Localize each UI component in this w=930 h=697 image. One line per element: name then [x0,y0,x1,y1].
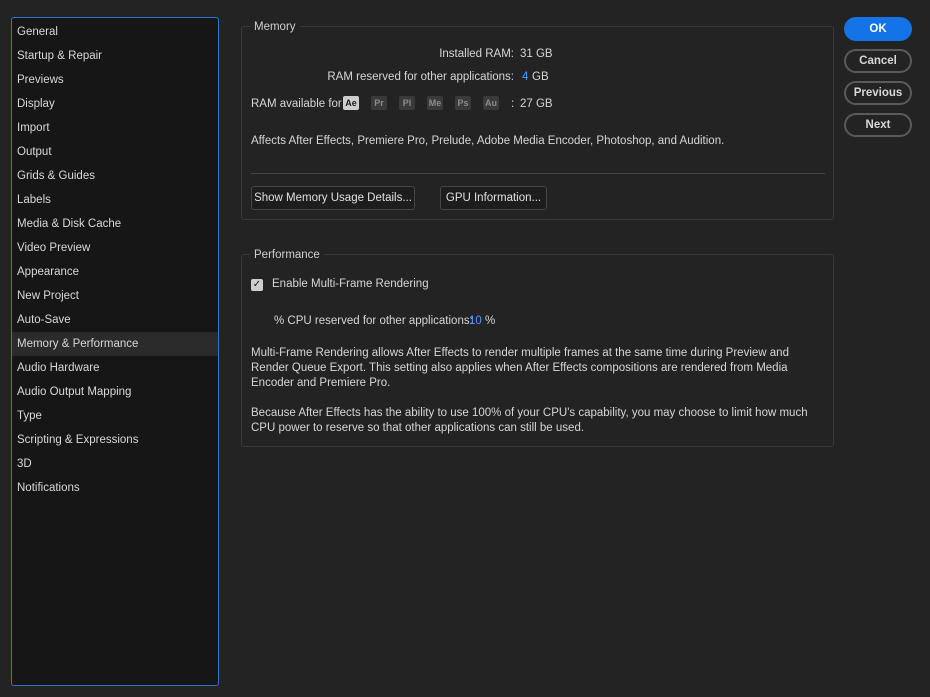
memory-group-title: Memory [250,19,300,35]
gpu-information-button[interactable]: GPU Information... [440,186,547,210]
installed-ram-value: 31 GB [520,48,553,60]
sidebar-item-new-project[interactable]: New Project [12,284,218,308]
sidebar-item-scripting-expressions[interactable]: Scripting & Expressions [12,428,218,452]
sidebar-item-startup-repair[interactable]: Startup & Repair [12,44,218,68]
sidebar-item-video-preview[interactable]: Video Preview [12,236,218,260]
ram-available-label: RAM available for [251,98,342,110]
media-encoder-icon: Me [427,96,443,110]
cancel-button[interactable]: Cancel [844,49,912,73]
preferences-category-list[interactable]: General Startup & Repair Previews Displa… [11,17,219,686]
sidebar-item-type[interactable]: Type [12,404,218,428]
multi-frame-rendering-label: Enable Multi-Frame Rendering [272,278,429,290]
sidebar-item-audio-output-mapping[interactable]: Audio Output Mapping [12,380,218,404]
cpu-reserved-unit: % [485,315,496,327]
sidebar-item-media-disk-cache[interactable]: Media & Disk Cache [12,212,218,236]
sidebar-item-memory-performance[interactable]: Memory & Performance [12,332,218,356]
prelude-icon: Pl [399,96,415,110]
cpu-reserved-label: % CPU reserved for other applications: [274,315,473,327]
sidebar-item-grids-guides[interactable]: Grids & Guides [12,164,218,188]
sidebar-item-labels[interactable]: Labels [12,188,218,212]
ok-button[interactable]: OK [844,17,912,41]
memory-group: Memory Installed RAM: 31 GB RAM reserved… [241,19,834,220]
ram-available-separator: : [511,98,515,110]
memory-affects-text: Affects After Effects, Premiere Pro, Pre… [251,135,725,147]
sidebar-item-audio-hardware[interactable]: Audio Hardware [12,356,218,380]
audition-icon: Au [483,96,499,110]
mfr-description: Multi-Frame Rendering allows After Effec… [251,347,789,389]
ram-available-value: 27 GB [520,98,553,110]
cpu-reserved-value[interactable]: 10 [469,315,482,327]
sidebar-item-appearance[interactable]: Appearance [12,260,218,284]
sidebar-item-3d[interactable]: 3D [12,452,218,476]
sidebar-item-notifications[interactable]: Notifications [12,476,218,500]
sidebar-item-previews[interactable]: Previews [12,68,218,92]
multi-frame-rendering-checkbox[interactable]: ✓ [251,279,263,291]
memory-divider [251,173,825,174]
sidebar-item-general[interactable]: General [12,20,218,44]
sidebar-item-output[interactable]: Output [12,140,218,164]
after-effects-icon: Ae [343,96,359,110]
ram-reserved-label: RAM reserved for other applications: [327,71,514,83]
next-button[interactable]: Next [844,113,912,137]
installed-ram-label: Installed RAM: [439,48,514,60]
performance-group: Performance ✓ Enable Multi-Frame Renderi… [241,247,834,447]
previous-button[interactable]: Previous [844,81,912,105]
premiere-pro-icon: Pr [371,96,387,110]
sidebar-item-display[interactable]: Display [12,92,218,116]
performance-group-title: Performance [250,247,324,263]
cpu-limit-description: Because After Effects has the ability to… [251,407,808,434]
ram-reserved-unit: GB [532,71,549,83]
ram-reserved-value[interactable]: 4 [522,71,528,83]
preferences-dialog: General Startup & Repair Previews Displa… [0,0,930,697]
photoshop-icon: Ps [455,96,471,110]
sidebar-item-auto-save[interactable]: Auto-Save [12,308,218,332]
sidebar-item-import[interactable]: Import [12,116,218,140]
show-memory-usage-details-button[interactable]: Show Memory Usage Details... [251,186,415,210]
